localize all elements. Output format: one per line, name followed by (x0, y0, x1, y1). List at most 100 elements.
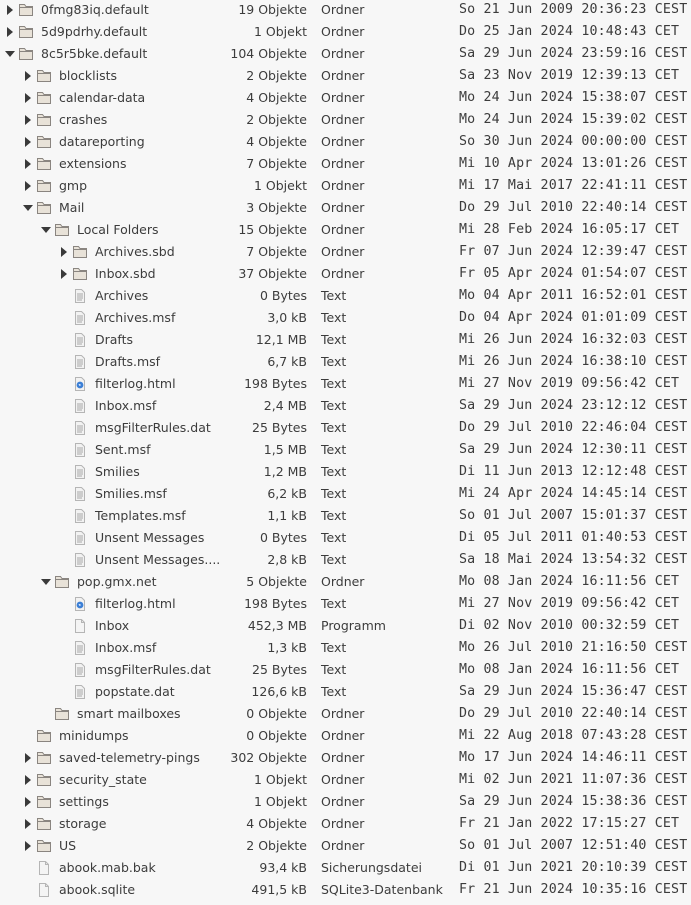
expander-closed-icon[interactable] (22, 109, 34, 131)
folder-row[interactable]: crashes 2 Objekte Ordner Mo 24 Jun 2024 15:… (0, 109, 691, 131)
folder-row[interactable]: datareporting 4 Objekte Ordner So 30 Jun 20… (0, 131, 691, 153)
text-file-icon (72, 288, 88, 304)
folder-row[interactable]: pop.gmx.net 5 Objekte Ordner Mo 08 Jan 2024… (0, 571, 691, 593)
item-type: Text (321, 332, 347, 347)
folder-icon (36, 178, 52, 194)
expander-closed-icon[interactable] (22, 175, 34, 197)
folder-row[interactable]: extensions 7 Objekte Ordner Mi 10 Apr 2024 … (0, 153, 691, 175)
item-type: Text (321, 662, 347, 677)
expander-closed-icon[interactable] (22, 153, 34, 175)
file-row[interactable]: filterlog.html 198 Bytes Text Mi 27 Nov 201… (0, 593, 691, 615)
folder-row[interactable]: settings 1 Objekt Ordner Sa 29 Jun 2024 15:… (0, 791, 691, 813)
folder-row[interactable]: Mail 3 Objekte Ordner Do 29 Jul 2010 22:40:… (0, 197, 691, 219)
item-size: 0 Objekte (246, 706, 307, 721)
file-row[interactable]: Sent.msf 1,5 MB Text Sa 29 Jun 2024 12:30:1… (0, 439, 691, 461)
item-name: Unsent Messages (95, 530, 205, 545)
expander-open-icon[interactable] (4, 43, 16, 65)
item-size: 104 Objekte (230, 46, 307, 61)
folder-row[interactable]: storage 4 Objekte Ordner Fr 21 Jan 2022 17:… (0, 813, 691, 835)
folder-row[interactable]: Local Folders 15 Objekte Ordner Mi 28 Feb 2… (0, 219, 691, 241)
item-name: Drafts (95, 332, 134, 347)
expander-closed-icon[interactable] (22, 87, 34, 109)
folder-row[interactable]: US 2 Objekte Ordner So 01 Jul 2007 12:51:40… (0, 835, 691, 857)
file-row[interactable]: Inbox 452,3 MB Programm Di 02 Nov 2010 00:3… (0, 615, 691, 637)
expander-closed-icon[interactable] (4, 0, 16, 21)
expander-closed-icon[interactable] (58, 263, 70, 285)
file-row[interactable]: Templates.msf 1,1 kB Text So 01 Jul 2007 15… (0, 505, 691, 527)
file-row[interactable]: popstate.dat 126,6 kB Text Sa 29 Jun 2024 1… (0, 681, 691, 703)
file-row[interactable]: abook.mab.bak 93,4 kB Sicherungsdatei Di 01… (0, 857, 691, 879)
expander-closed-icon[interactable] (22, 835, 34, 857)
folder-row[interactable]: minidumps 0 Objekte Ordner Mi 22 Aug 2018 0… (0, 725, 691, 747)
item-name: Inbox.msf (95, 640, 157, 655)
file-row[interactable]: Archives 0 Bytes Text Mo 04 Apr 2011 16:52:… (0, 285, 691, 307)
item-size: 302 Objekte (230, 750, 307, 765)
item-name: Inbox.sbd (95, 266, 156, 281)
item-type: Ordner (321, 68, 365, 83)
item-name: blocklists (59, 68, 118, 83)
file-row[interactable]: Drafts 12,1 MB Text Mi 26 Jun 2024 16:32:03… (0, 329, 691, 351)
item-size: 452,3 MB (247, 618, 307, 633)
item-size: 7 Objekte (246, 244, 307, 259)
file-row[interactable]: Inbox.msf 2,4 MB Text Sa 29 Jun 2024 23:12:… (0, 395, 691, 417)
folder-row[interactable]: security_state 1 Objekt Ordner Mi 02 Jun 20… (0, 769, 691, 791)
file-row[interactable]: filterlog.html 198 Bytes Text Mi 27 Nov 201… (0, 373, 691, 395)
file-icon (72, 618, 88, 634)
folder-row[interactable]: 8c5r5bke.default 104 Objekte Ordner Sa 29 J… (0, 43, 691, 65)
expander-closed-icon[interactable] (22, 791, 34, 813)
expander-closed-icon[interactable] (22, 131, 34, 153)
expander-open-icon[interactable] (40, 571, 52, 593)
item-modified-date: Mi 28 Feb 2024 16:05:17 CET (459, 222, 680, 237)
item-size: 126,6 kB (251, 684, 307, 699)
file-row[interactable]: abook.sqlite 491,5 kB SQLite3-Datenbank Fr … (0, 879, 691, 901)
file-row[interactable]: msgFilterRules.dat 25 Bytes Text Mo 08 Jan … (0, 659, 691, 681)
file-row[interactable]: Smilies.msf 6,2 kB Text Mi 24 Apr 2024 14:4… (0, 483, 691, 505)
item-modified-date: Di 05 Jul 2011 01:40:53 CEST (459, 530, 688, 545)
item-type: Sicherungsdatei (321, 860, 422, 875)
folder-row[interactable]: 0fmg83iq.default 19 Objekte Ordner So 21 Ju… (0, 0, 691, 21)
folder-row[interactable]: Inbox.sbd 37 Objekte Ordner Fr 05 Apr 2024 … (0, 263, 691, 285)
item-name: filterlog.html (95, 596, 176, 611)
folder-row[interactable]: blocklists 2 Objekte Ordner Sa 23 Nov 2019 … (0, 65, 691, 87)
folder-row[interactable]: calendar-data 4 Objekte Ordner Mo 24 Jun 20… (0, 87, 691, 109)
file-row[interactable]: Inbox.msf 1,3 kB Text Mo 26 Jul 2010 21:16:… (0, 637, 691, 659)
expander-closed-icon[interactable] (22, 813, 34, 835)
item-type: Ordner (321, 706, 365, 721)
folder-row[interactable]: smart mailboxes 0 Objekte Ordner Do 29 Jul … (0, 703, 691, 725)
folder-row[interactable]: saved-telemetry-pings 302 Objekte Ordner Mo… (0, 747, 691, 769)
expander-open-icon[interactable] (22, 197, 34, 219)
item-type: Ordner (321, 24, 365, 39)
file-row[interactable]: Unsent Messages 0 Bytes Text Di 05 Jul 2011… (0, 527, 691, 549)
item-name: 8c5r5bke.default (41, 46, 148, 61)
item-modified-date: Di 11 Jun 2013 12:12:48 CEST (459, 464, 688, 479)
expander-closed-icon[interactable] (58, 241, 70, 263)
item-name: Mail (59, 200, 85, 215)
folder-row[interactable]: 5d9pdrhy.default 1 Objekt Ordner Do 25 Jan … (0, 21, 691, 43)
item-modified-date: Mo 08 Jan 2024 16:11:56 CET (459, 662, 680, 677)
expander-open-icon[interactable] (40, 219, 52, 241)
folder-row[interactable]: Archives.sbd 7 Objekte Ordner Fr 07 Jun 202… (0, 241, 691, 263)
item-size: 4 Objekte (246, 134, 307, 149)
file-row[interactable]: Smilies 1,2 MB Text Di 11 Jun 2013 12:12:48… (0, 461, 691, 483)
file-row[interactable]: Archives.msf 3,0 kB Text Do 04 Apr 2024 01:… (0, 307, 691, 329)
file-row[interactable]: Unsent Messages.... 2,8 kB Text Sa 18 Mai 2… (0, 549, 691, 571)
item-name: msgFilterRules.dat (95, 420, 211, 435)
item-type: Ordner (321, 134, 365, 149)
folder-row[interactable]: gmp 1 Objekt Ordner Mi 17 Mai 2017 22:41:11… (0, 175, 691, 197)
item-size: 0 Bytes (259, 530, 307, 545)
text-file-icon (72, 310, 88, 326)
html-file-icon (72, 376, 88, 392)
file-row[interactable]: Drafts.msf 6,7 kB Text Mi 26 Jun 2024 16:38… (0, 351, 691, 373)
expander-closed-icon[interactable] (22, 747, 34, 769)
expander-closed-icon[interactable] (22, 769, 34, 791)
text-file-icon (72, 684, 88, 700)
item-size: 198 Bytes (244, 376, 307, 391)
item-name: filterlog.html (95, 376, 176, 391)
expander-closed-icon[interactable] (4, 21, 16, 43)
item-size: 0 Bytes (259, 288, 307, 303)
file-row[interactable]: msgFilterRules.dat 25 Bytes Text Do 29 Jul … (0, 417, 691, 439)
item-name: abook.sqlite (59, 882, 136, 897)
item-modified-date: Fr 21 Jan 2022 17:15:27 CET (459, 816, 680, 831)
expander-closed-icon[interactable] (22, 65, 34, 87)
item-modified-date: Mi 24 Apr 2024 14:45:14 CEST (459, 486, 688, 501)
